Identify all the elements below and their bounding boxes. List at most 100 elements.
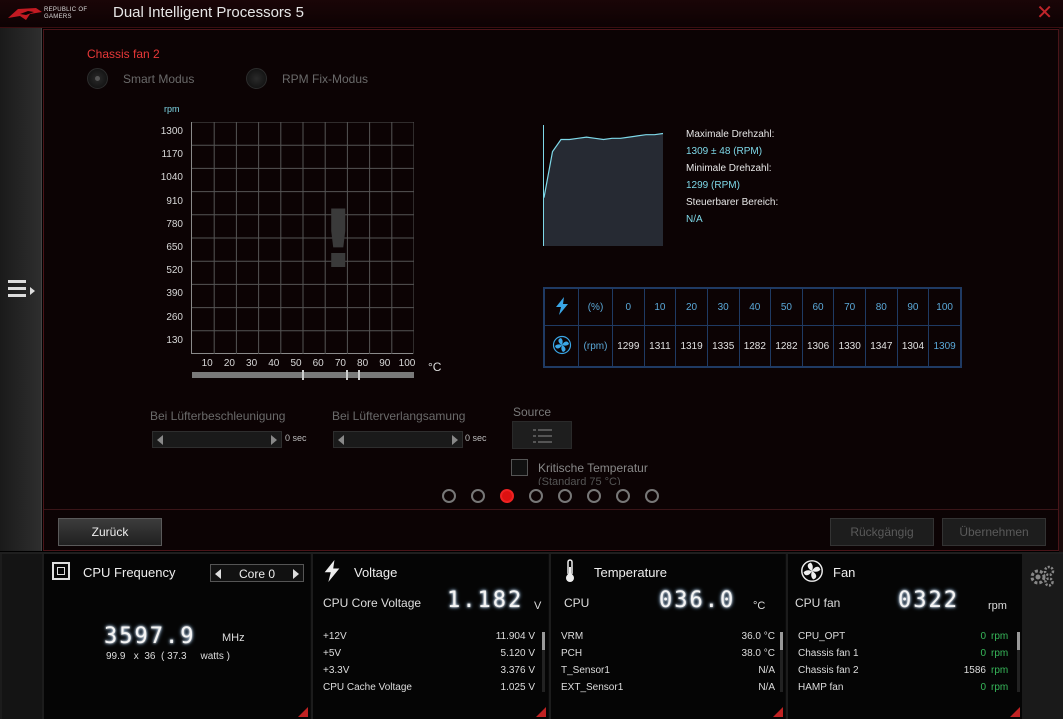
range-value: N/A [686,214,703,225]
temperature-scrollbar[interactable] [780,632,783,692]
fan-icon [544,325,579,367]
apply-button[interactable]: Übernehmen [942,518,1046,546]
menu-expand-icon[interactable] [8,280,36,304]
cpu-core-voltage-value: 1.182 [447,588,524,613]
sensor-row-unit: rpm [991,648,1009,659]
temperature-widget[interactable]: Temperature CPU 036.0 °C VRM 36.0 °C PCH 38… [549,554,785,719]
cpu-frequency-value: 3597.9 [104,624,196,649]
smart-mode-radio[interactable]: Smart Modus [87,68,207,90]
back-button[interactable]: Zurück [58,518,162,546]
x-tick-label: 20 [223,358,235,369]
page-dot[interactable] [645,489,659,503]
cpu-frequency-title: CPU Frequency [83,565,176,580]
sensor-row-unit: rpm [991,682,1009,693]
accel-value: 0 sec [285,433,307,443]
duty-percent-cell: 100 [928,287,961,327]
widget-corner-icon[interactable] [536,707,546,717]
fan-curve-chart[interactable] [191,122,414,354]
fan-widget[interactable]: Fan CPU fan 0322 rpm CPU_OPT 0 rpm Chassis … [786,554,1022,719]
page-dot[interactable] [587,489,601,503]
close-icon[interactable]: ✕ [1036,3,1053,23]
widget-corner-icon[interactable] [773,707,783,717]
page-dot[interactable] [616,489,630,503]
rpm-monitor-graph [543,125,664,246]
source-label: Source [513,405,552,419]
voltage-widget[interactable]: Voltage CPU Core Voltage 1.182 V +12V 11.… [311,554,548,719]
chart-x-unit: °C [428,360,442,374]
widget-corner-icon[interactable] [1010,707,1020,717]
sensor-row-label: PCH [561,648,583,659]
fan-title: Fan [833,565,856,580]
range-marker[interactable] [357,370,360,380]
y-tick-label: 910 [166,195,183,207]
lightning-icon [324,560,340,582]
page-dot[interactable] [471,489,485,503]
x-tick-label: 40 [268,358,280,369]
core-next-icon[interactable] [293,569,299,579]
decel-slider[interactable] [333,431,463,448]
accel-label: Bei Lüfterbeschleunigung [150,409,286,423]
x-tick-label: 90 [379,358,391,369]
widget-corner-icon[interactable] [298,707,308,717]
cpu-chip-icon [52,562,70,580]
rpm-fix-mode-radio[interactable]: RPM Fix-Modus [246,68,376,90]
y-tick-label: 130 [166,334,183,346]
duty-rpm-cell: 1330 [833,325,866,367]
sensor-row-label: +3.3V [323,665,350,676]
duty-percent-cell: 0 [612,287,645,327]
duty-rpm-cell: 1319 [675,325,708,367]
undo-button[interactable]: Rückgängig [830,518,934,546]
sensor-row-label: +5V [323,648,342,659]
sensor-row-unit: rpm [991,665,1009,676]
min-speed-label: Minimale Drehzahl: [686,163,772,174]
window-edge [1059,28,1063,552]
voltage-scrollbar[interactable] [542,632,545,692]
sensor-row-value: N/A [758,682,775,693]
sensor-row-label: EXT_Sensor1 [561,682,624,693]
duty-percent-cell: 50 [770,287,803,327]
left-rail [0,28,42,551]
max-speed-value: 1309 ± 48 (RPM) [686,146,763,157]
critical-temp-label: Kritische Temperatur [538,461,648,475]
chart-y-unit: rpm [164,104,180,114]
duty-rpm-cell: 1347 [865,325,898,367]
y-tick-label: 520 [166,265,183,277]
gear-icon[interactable] [1028,564,1056,588]
accel-slider[interactable] [152,431,282,448]
temperature-range-bar[interactable] [192,370,414,380]
critical-temp-checkbox[interactable] [511,459,528,476]
core-selector[interactable]: Core 0 [210,564,304,582]
source-list-button[interactable] [512,421,572,449]
thermometer-icon [566,559,574,582]
range-label: Steuerbarer Bereich: [686,197,779,208]
page-dot[interactable] [529,489,543,503]
sensor-row-value: 11.904 V [495,631,535,642]
y-tick-label: 1300 [160,126,183,137]
duty-rpm-cell: 1335 [706,325,740,367]
sensor-row-value: 5.120 V [500,648,535,659]
cpu-multiplier-detail: 99.9 x 36 ( 37.3 watts ) [106,651,230,662]
min-speed-value: 1299 (RPM) [686,180,740,191]
page-dot[interactable] [442,489,456,503]
duty-percent-cell: 60 [801,287,835,327]
rog-logo-text: REPUBLIC OF GAMERS [44,7,88,20]
range-marker[interactable] [346,370,349,380]
cpu-fan-unit: rpm [988,600,1007,612]
y-tick-label: 650 [166,242,183,253]
critical-temp-default: (Standard 75 °C) [538,476,621,485]
cpu-fan-label: CPU fan [795,596,841,610]
range-marker[interactable] [302,370,304,380]
x-tick-label: 100 [398,358,416,369]
rpm-trace-area [544,133,663,246]
y-tick-label: 780 [166,218,183,230]
duty-percent-cell: 40 [738,287,772,327]
fan-scrollbar[interactable] [1017,632,1020,692]
sensor-row-value: 36.0 °C [741,631,775,642]
duty-percent-cell: 10 [643,287,677,327]
duty-rpm-table: (%) 0 10 20 30 40 50 60 70 80 90 100 (rpm) 1299 131… [543,287,962,368]
page-dot[interactable] [500,489,514,503]
rog-logo: REPUBLIC OF GAMERS [6,4,98,24]
page-dot[interactable] [558,489,572,503]
duty-percent-cell: 90 [896,287,930,327]
x-tick-label: 30 [246,358,258,369]
